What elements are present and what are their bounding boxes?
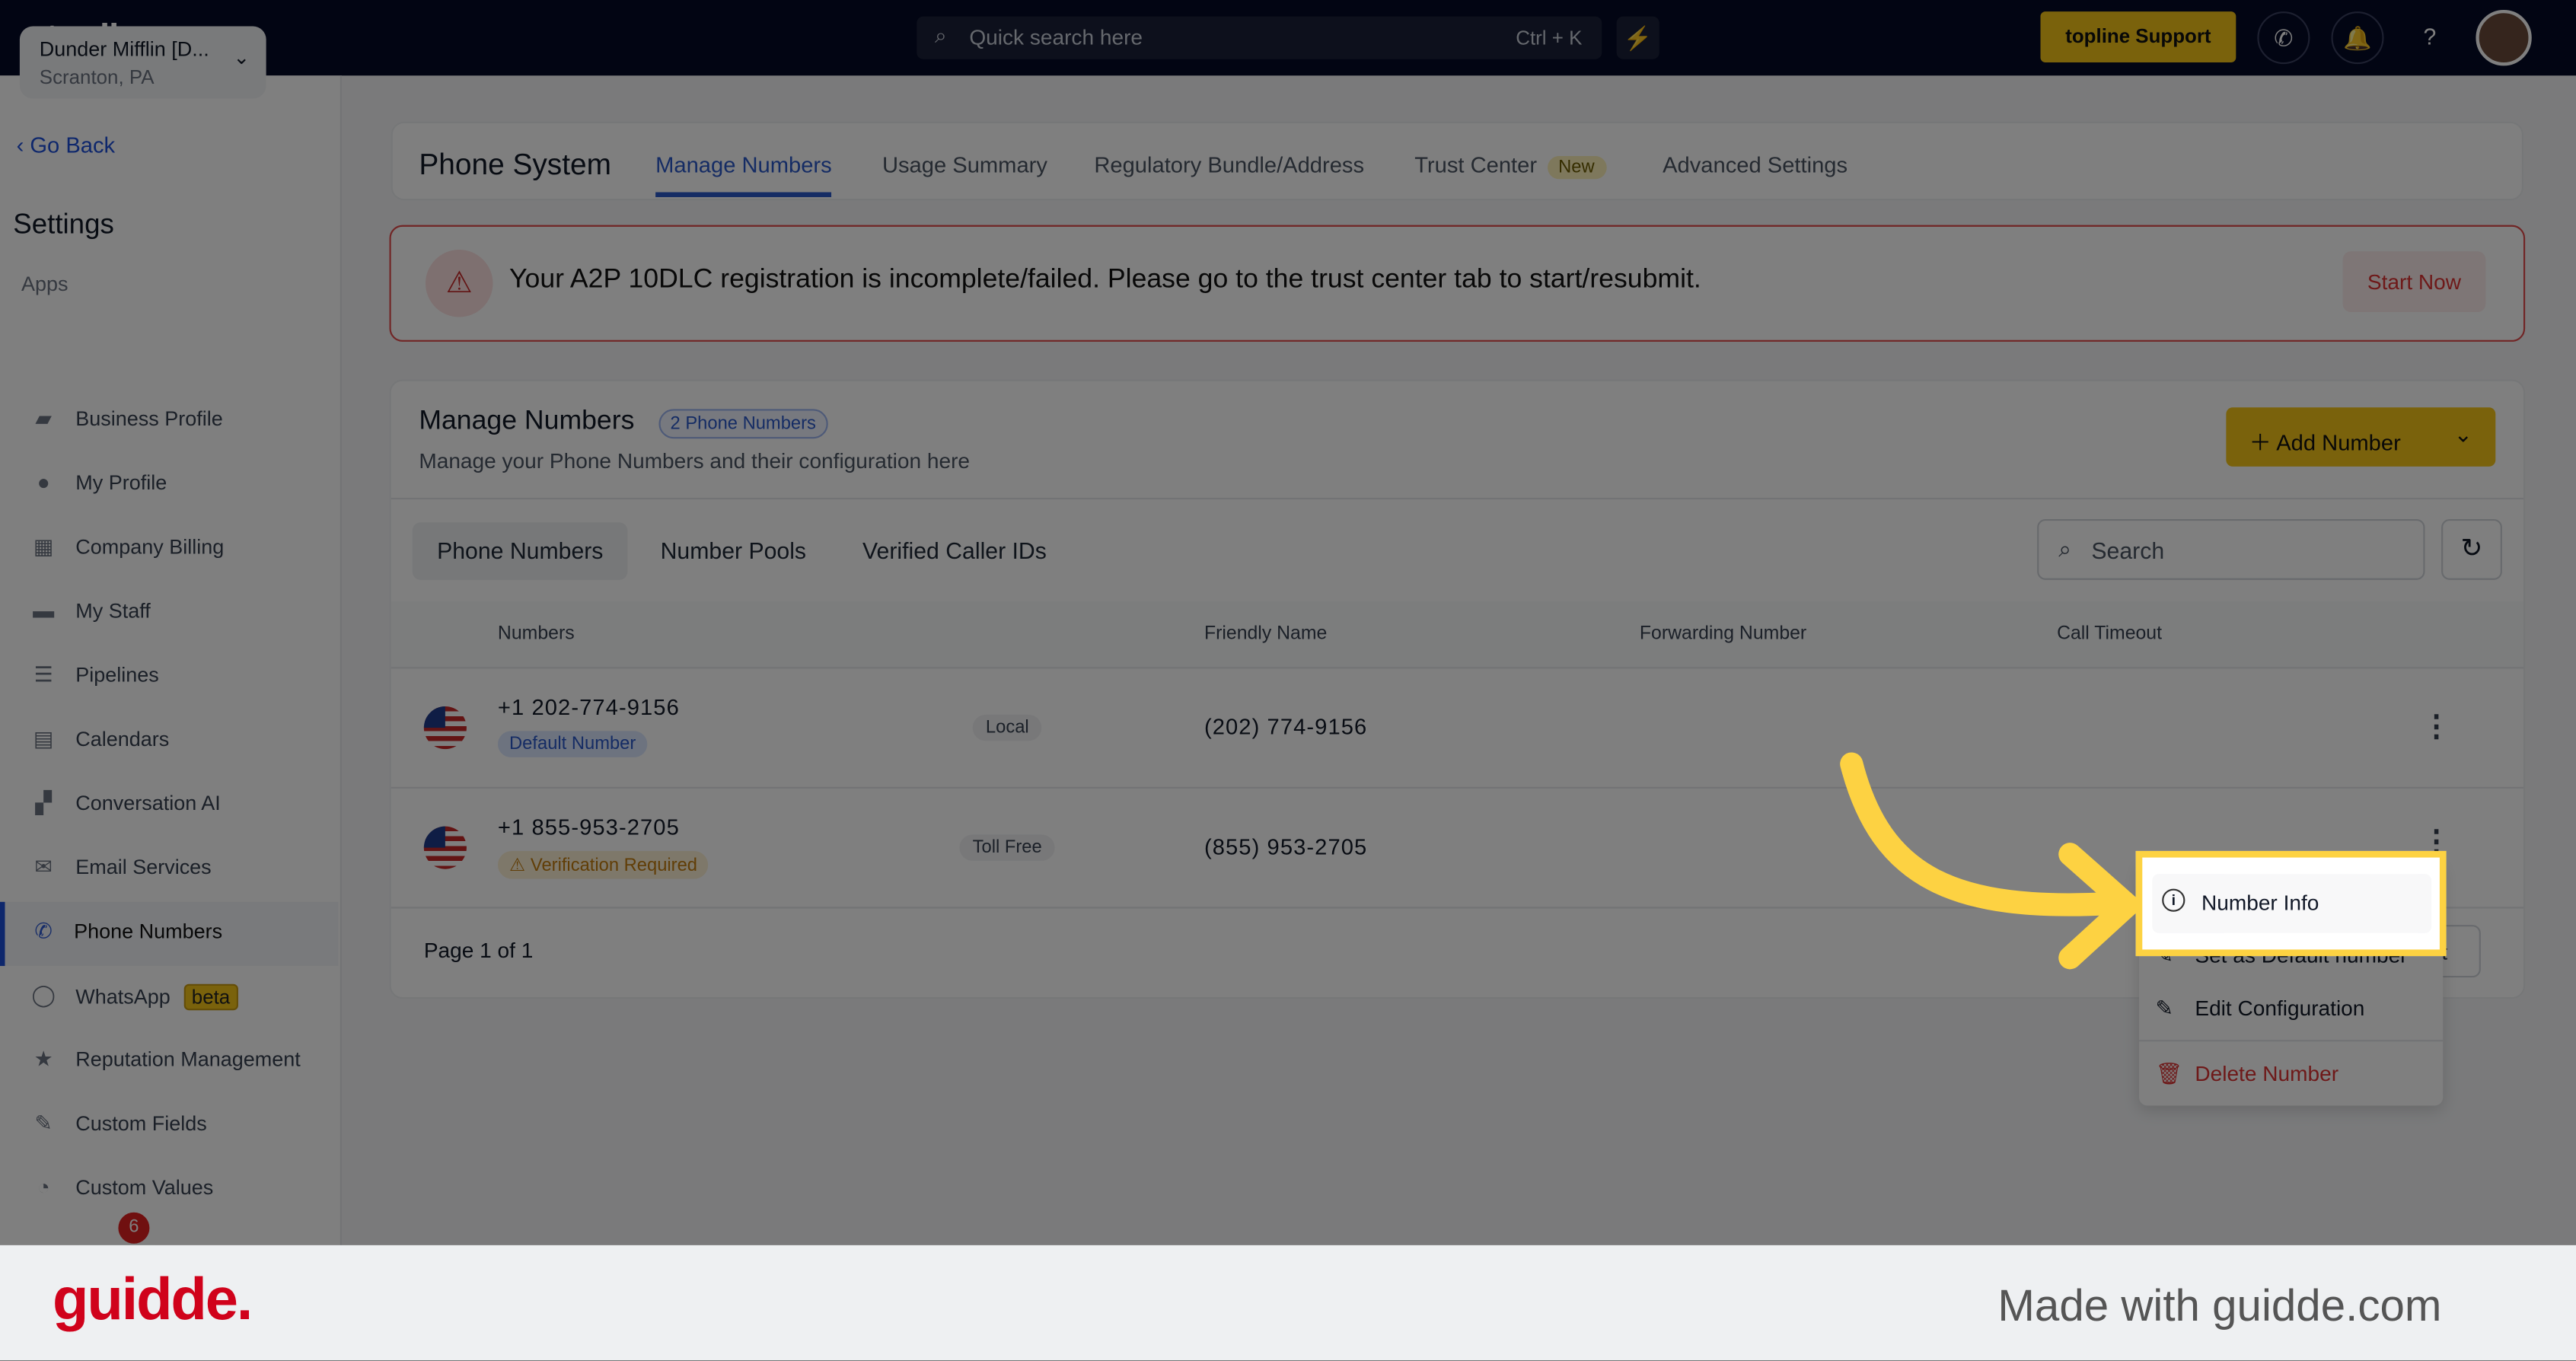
highlight-box: i Number Info xyxy=(2135,850,2447,957)
made-with-text: Made with guidde.com xyxy=(1997,1281,2442,1331)
menu-label: Number Info xyxy=(2201,890,2319,916)
guidde-logo: guidde. xyxy=(53,1264,253,1333)
menu-item-number-info[interactable]: i Number Info xyxy=(2152,874,2432,933)
info-icon: i xyxy=(2162,888,2185,912)
arrow-annotation xyxy=(1840,752,2139,970)
dim-overlay xyxy=(0,0,2576,1245)
